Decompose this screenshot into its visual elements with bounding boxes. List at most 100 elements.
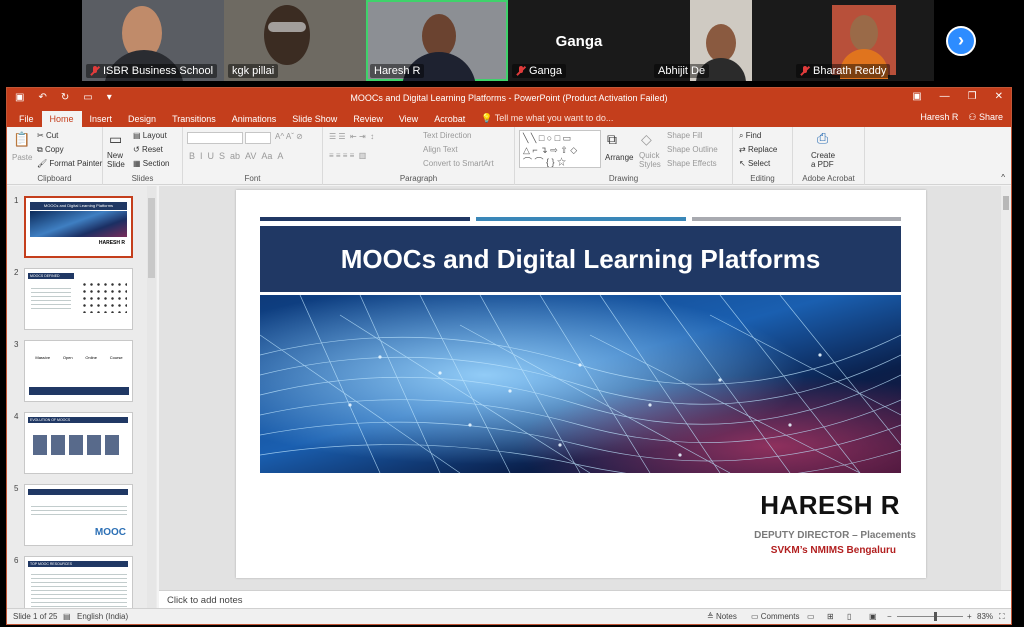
- participant-tile[interactable]: Abhijit De: [650, 0, 792, 81]
- find-button[interactable]: ⌕ Find: [739, 131, 761, 141]
- presenter-name[interactable]: HARESH R: [760, 490, 900, 521]
- collapse-ribbon-icon[interactable]: ^: [1001, 173, 1005, 182]
- arrange-icon[interactable]: ⧉: [607, 131, 617, 148]
- spellcheck-icon[interactable]: ▤: [63, 612, 71, 621]
- network-wave-image[interactable]: [260, 295, 901, 473]
- presenter-organization[interactable]: SVKM’s NMIMS Bengaluru: [771, 545, 896, 556]
- slide-thumbnail[interactable]: EVOLUTION OF MOOCS: [24, 412, 133, 474]
- maximize-icon[interactable]: ❐: [968, 91, 977, 102]
- fit-slide-icon[interactable]: ⛶: [999, 612, 1005, 622]
- reset-icon: ↺: [133, 145, 142, 154]
- normal-view-icon[interactable]: ▭: [807, 612, 815, 621]
- slide-title[interactable]: MOOCs and Digital Learning Platforms: [260, 226, 901, 292]
- slide-thumbnail[interactable]: MOOC: [24, 484, 133, 546]
- thumbnails-scrollbar[interactable]: [147, 186, 156, 610]
- close-icon[interactable]: ✕: [995, 91, 1003, 102]
- slide-scrollbar[interactable]: [1001, 186, 1011, 590]
- participant-tile[interactable]: ISBR Business School: [82, 0, 224, 81]
- quick-styles-icon[interactable]: ◇: [641, 131, 652, 148]
- group-label: Font: [244, 174, 261, 183]
- network-mesh-graphic: [260, 295, 901, 473]
- slideshow-icon[interactable]: ▣: [869, 612, 877, 621]
- accent-bar: [692, 217, 901, 221]
- shape-fill-button[interactable]: Shape Fill: [667, 131, 703, 140]
- shapes-gallery[interactable]: ╲ ╲ □ ○ □ ▭ △ ⌐ ↴ ⇨ ⇧ ◇ ⌒ ⌒ { } ☆: [519, 130, 601, 168]
- participant-tile[interactable]: kgk pillai: [224, 0, 366, 81]
- text-direction-button[interactable]: Text Direction: [423, 131, 471, 140]
- new-slide-icon[interactable]: ▭: [109, 131, 122, 148]
- shape-effects-button[interactable]: Shape Effects: [667, 159, 717, 168]
- cut-button[interactable]: ✂ Cut: [37, 131, 58, 140]
- create-pdf-button[interactable]: Create: [811, 151, 835, 160]
- scissors-icon: ✂: [37, 131, 46, 140]
- presenter-role[interactable]: DEPUTY DIRECTOR – Placements: [754, 530, 916, 541]
- shape-outline-button[interactable]: Shape Outline: [667, 145, 718, 154]
- participant-gallery: ISBR Business School kgk pillai Haresh R…: [82, 0, 934, 81]
- group-clipboard: 📋 Paste ✂ Cut ⧉ Copy 🖌 Format Painter Cl…: [7, 127, 103, 185]
- reset-button[interactable]: ↺ Reset: [133, 145, 163, 154]
- tab-design[interactable]: Design: [120, 111, 164, 127]
- ribbon-home: 📋 Paste ✂ Cut ⧉ Copy 🖌 Format Painter Cl…: [7, 127, 1011, 185]
- align-text-button[interactable]: Align Text: [423, 145, 458, 154]
- tab-transitions[interactable]: Transitions: [164, 111, 224, 127]
- pdf-icon[interactable]: ⎙: [817, 130, 828, 147]
- tab-file[interactable]: File: [11, 111, 42, 127]
- tab-acrobat[interactable]: Acrobat: [426, 111, 473, 127]
- font-format-icons[interactable]: B I U S ab AV Aa A: [189, 151, 283, 161]
- zoom-slider-handle[interactable]: [933, 612, 937, 621]
- font-size-input[interactable]: [245, 132, 271, 144]
- zoom-slider[interactable]: [897, 616, 963, 617]
- user-name[interactable]: Haresh R: [920, 112, 958, 123]
- font-grow-shrink-icon[interactable]: A^ Aˇ ⊘: [275, 132, 303, 141]
- notes-toggle[interactable]: ≜ Notes: [707, 612, 737, 621]
- reading-view-icon[interactable]: ▯: [847, 612, 851, 621]
- paste-icon[interactable]: 📋: [13, 131, 30, 148]
- minimize-icon[interactable]: —: [940, 91, 950, 102]
- participant-tile[interactable]: Ganga Ganga: [508, 0, 650, 81]
- arrange-button[interactable]: Arrange: [605, 153, 633, 162]
- participant-name: ISBR Business School: [103, 65, 214, 77]
- share-button[interactable]: ⚇ Share: [968, 112, 1003, 123]
- layout-button[interactable]: ▤ Layout: [133, 131, 167, 140]
- list-icons[interactable]: ☰ ☰ ⇤ ⇥ ↕: [329, 132, 374, 141]
- section-icon: ▦: [133, 159, 143, 168]
- slide-thumbnail[interactable]: TOP MOOC RESOURCES: [24, 556, 133, 610]
- tab-view[interactable]: View: [391, 111, 426, 127]
- copy-button[interactable]: ⧉ Copy: [37, 145, 64, 155]
- slide-thumbnail[interactable]: MOOCs and Digital Learning Platforms HAR…: [24, 196, 133, 258]
- paste-button[interactable]: Paste: [12, 153, 32, 162]
- tell-me-box[interactable]: 💡 Tell me what you want to do...: [473, 110, 621, 127]
- notes-pane[interactable]: Click to add notes: [159, 590, 1011, 610]
- comments-toggle[interactable]: ▭ Comments: [751, 612, 799, 621]
- participant-tile[interactable]: Bharath Reddy: [792, 0, 934, 81]
- zoom-level[interactable]: 83%: [977, 612, 993, 621]
- new-slide-button[interactable]: New: [107, 151, 123, 160]
- participant-tile-active[interactable]: Haresh R: [366, 0, 508, 81]
- participant-name: Haresh R: [374, 65, 421, 77]
- quick-styles-button[interactable]: Quick: [639, 151, 659, 160]
- section-button[interactable]: ▦ Section: [133, 159, 169, 168]
- ribbon-display-icon[interactable]: ▣: [912, 91, 921, 102]
- tab-insert[interactable]: Insert: [82, 111, 121, 127]
- tab-home[interactable]: Home: [41, 111, 82, 127]
- tab-slide-show[interactable]: Slide Show: [284, 111, 345, 127]
- slide-thumbnail[interactable]: Massive Open Online Course: [24, 340, 133, 402]
- zoom-out-icon[interactable]: −: [887, 612, 892, 621]
- format-painter-button[interactable]: 🖌 Format Painter: [37, 159, 102, 168]
- tab-animations[interactable]: Animations: [224, 111, 285, 127]
- align-icons[interactable]: ≡ ≡ ≡ ≡ ▥: [329, 151, 366, 160]
- current-slide[interactable]: MOOCs and Digital Learning Platforms HAR…: [236, 190, 926, 578]
- group-acrobat: ⎙ Create a PDF Adobe Acrobat: [793, 127, 865, 185]
- select-button[interactable]: ↖ Select: [739, 159, 770, 168]
- participant-name-large: Ganga: [555, 33, 603, 50]
- slide-sorter-icon[interactable]: ⊞: [827, 612, 834, 621]
- zoom-in-icon[interactable]: +: [967, 612, 972, 621]
- chevron-right-icon[interactable]: ›: [946, 26, 976, 56]
- language-indicator[interactable]: English (India): [77, 612, 128, 621]
- group-paragraph: ☰ ☰ ⇤ ⇥ ↕ ≡ ≡ ≡ ≡ ▥ Text Direction Align…: [323, 127, 515, 185]
- replace-button[interactable]: ⇄ Replace: [739, 145, 777, 154]
- tab-review[interactable]: Review: [345, 111, 391, 127]
- slide-thumbnail[interactable]: MOOCS DEFINED: [24, 268, 133, 330]
- convert-smartart-button[interactable]: Convert to SmartArt: [423, 159, 494, 168]
- font-family-input[interactable]: [187, 132, 243, 144]
